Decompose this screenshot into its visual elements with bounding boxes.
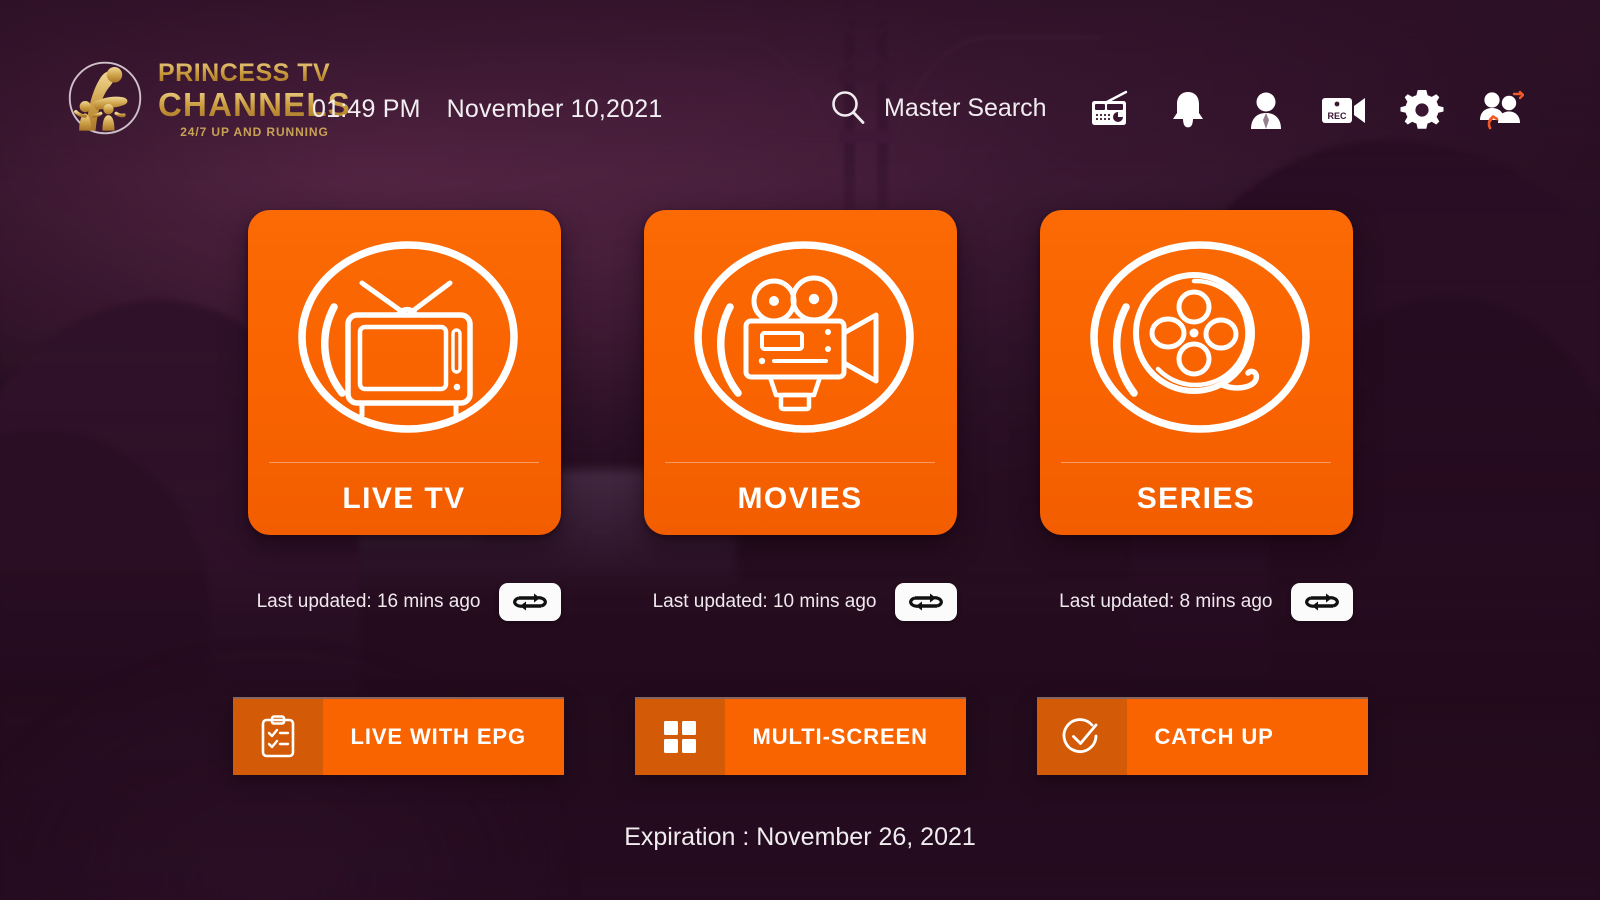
check-circle-icon xyxy=(1062,718,1097,753)
action-multi-screen[interactable]: MULTI-SCREEN xyxy=(634,697,966,775)
refresh-icon xyxy=(1304,593,1339,611)
grid-four-icon xyxy=(663,721,696,753)
film-reel-icon xyxy=(1090,241,1310,433)
last-updated-live-tv-text: Last updated: 16 mins ago xyxy=(256,591,481,612)
tile-movies[interactable]: MOVIES xyxy=(643,210,957,535)
action-live-with-epg-icon-box xyxy=(232,699,323,775)
rec-camera-icon[interactable]: REC xyxy=(1320,86,1368,134)
movie-camera-icon xyxy=(694,241,914,433)
tile-live-tv[interactable]: LIVE TV xyxy=(247,210,561,535)
tile-live-tv-label: LIVE TV xyxy=(342,482,466,515)
master-search-label: Master Search xyxy=(884,93,1047,122)
tv-icon xyxy=(298,241,518,433)
action-multi-screen-icon-box xyxy=(634,699,725,775)
action-live-with-epg-label: LIVE WITH EPG xyxy=(322,699,564,775)
refresh-icon xyxy=(512,593,547,611)
current-date: November 10,2021 xyxy=(446,95,663,123)
last-updated-live-tv: Last updated: 16 mins ago xyxy=(248,583,561,621)
last-updated-series: Last updated: 8 mins ago xyxy=(1040,583,1353,621)
radio-icon[interactable] xyxy=(1086,86,1134,134)
brand-logo[interactable]: PRINCESS TV CHANNELS 24/7 UP AND RUNNING xyxy=(62,55,351,141)
refresh-icon xyxy=(908,593,943,611)
tile-series-icon-area xyxy=(1040,210,1353,462)
master-search-button[interactable]: Master Search xyxy=(828,88,1047,128)
last-updated-movies-text: Last updated: 10 mins ago xyxy=(652,591,877,612)
gear-icon[interactable] xyxy=(1398,86,1446,134)
action-catch-up-icon-box xyxy=(1036,699,1127,775)
header-icon-row: REC xyxy=(1086,86,1524,134)
clock-date: 01:49 PM November 10,2021 xyxy=(312,95,662,124)
switch-user-icon[interactable] xyxy=(1476,86,1524,134)
refresh-button-movies[interactable] xyxy=(894,583,957,621)
search-icon xyxy=(832,91,865,124)
tile-series-label: SERIES xyxy=(1136,482,1256,515)
brand-line-1: PRINCESS TV xyxy=(158,61,351,86)
person-icon[interactable] xyxy=(1242,86,1290,134)
action-multi-screen-label: MULTI-SCREEN xyxy=(724,699,966,775)
action-button-row: LIVE WITH EPG MULTI-SCREEN CATCH UP xyxy=(0,697,1600,775)
refresh-button-live-tv[interactable] xyxy=(498,583,561,621)
action-live-with-epg[interactable]: LIVE WITH EPG xyxy=(232,697,564,775)
last-updated-series-text: Last updated: 8 mins ago xyxy=(1059,591,1273,612)
last-updated-row: Last updated: 16 mins ago Last updated: … xyxy=(0,583,1600,621)
action-catch-up[interactable]: CATCH UP xyxy=(1036,697,1368,775)
expiration-text: Expiration : November 26, 2021 xyxy=(624,823,976,851)
clipboard-checklist-icon xyxy=(261,715,294,758)
princess-tv-logo-icon xyxy=(68,61,142,135)
bell-icon[interactable] xyxy=(1164,86,1212,134)
refresh-button-series[interactable] xyxy=(1290,583,1353,621)
tile-series[interactable]: SERIES xyxy=(1039,210,1353,535)
last-updated-movies: Last updated: 10 mins ago xyxy=(644,583,957,621)
tile-movies-icon-area xyxy=(644,210,957,462)
app-root: PRINCESS TV CHANNELS 24/7 UP AND RUNNING… xyxy=(0,0,1600,900)
brand-tagline: 24/7 UP AND RUNNING xyxy=(180,125,329,139)
rec-label: REC xyxy=(1327,111,1347,121)
tile-movies-label: MOVIES xyxy=(737,482,863,515)
main-tiles: LIVE TV MOVIES SERIES xyxy=(0,210,1600,535)
header-bar: PRINCESS TV CHANNELS 24/7 UP AND RUNNING… xyxy=(0,0,1600,185)
tile-live-tv-icon-area xyxy=(248,210,561,462)
action-catch-up-label: CATCH UP xyxy=(1126,699,1368,775)
current-time: 01:49 PM xyxy=(312,95,421,123)
